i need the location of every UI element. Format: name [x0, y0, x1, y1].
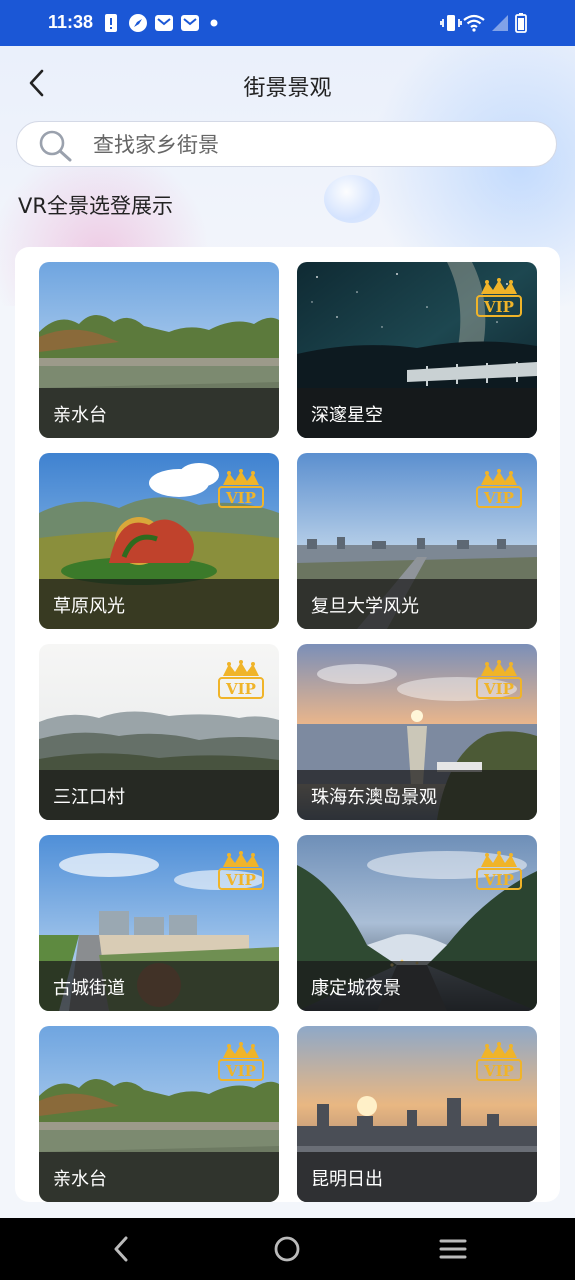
tile-caption: 珠海东澳岛景观 [297, 770, 537, 820]
compass-icon [129, 14, 147, 32]
svg-text:VIP: VIP [483, 1062, 514, 1080]
tile-caption: 康定城夜景 [297, 961, 537, 1011]
vip-badge-icon: VIP [218, 469, 264, 508]
vr-tile-city-aerial[interactable]: VIP 复旦大学风光 [297, 453, 537, 629]
vr-tile-city-sunrise[interactable]: VIP 昆明日出 [297, 1026, 537, 1202]
vip-badge-icon: VIP [218, 851, 264, 890]
status-bar: 11:38 [0, 0, 575, 46]
vibrate-icon [440, 15, 462, 31]
vr-tile-misty-mountains[interactable]: VIP 三江口村 [39, 644, 279, 820]
tile-label: 复旦大学风光 [311, 596, 419, 617]
tile-label: 古城街道 [53, 978, 125, 999]
vip-badge-icon: VIP [218, 660, 264, 699]
wifi-icon [463, 14, 485, 32]
vr-gallery-panel: 亲水台 VIP 深邃星空 VIP 草原风光 VIP 复旦大学风光 VIP 三江口… [15, 247, 560, 1202]
status-time: 11:38 [48, 12, 94, 32]
vip-badge-icon: VIP [476, 278, 522, 317]
vr-tile-lake-park[interactable]: VIP 亲水台 [39, 1026, 279, 1202]
svg-text:VIP: VIP [483, 680, 514, 698]
tile-label: 珠海东澳岛景观 [311, 787, 437, 808]
dot-icon [210, 19, 218, 27]
vip-badge-icon: VIP [476, 469, 522, 508]
page-title: 街景景观 [243, 76, 332, 101]
tile-label: 深邃星空 [311, 405, 383, 426]
section-title: VR全景选登展示 [18, 194, 173, 218]
menu-nav-icon[interactable] [438, 1234, 468, 1264]
svg-text:VIP: VIP [225, 680, 256, 698]
tile-label: 亲水台 [53, 1169, 107, 1190]
vip-badge-icon: VIP [476, 851, 522, 890]
svg-text:VIP: VIP [225, 1062, 256, 1080]
search-box[interactable] [16, 121, 557, 167]
vr-tile-lake-park[interactable]: 亲水台 [39, 262, 279, 438]
tile-caption: 深邃星空 [297, 388, 537, 438]
vr-tile-starry-sky[interactable]: VIP 深邃星空 [297, 262, 537, 438]
back-nav-icon[interactable] [108, 1234, 136, 1264]
tile-caption: 亲水台 [39, 1152, 279, 1202]
tile-caption: 亲水台 [39, 388, 279, 438]
vip-badge-icon: VIP [476, 660, 522, 699]
decorative-bubble [324, 175, 380, 223]
tile-label: 康定城夜景 [311, 978, 401, 999]
tile-label: 三江口村 [53, 787, 125, 808]
svg-text:VIP: VIP [483, 298, 514, 316]
battery-icon [515, 13, 527, 33]
vr-tile-island-sunset[interactable]: VIP 珠海东澳岛景观 [297, 644, 537, 820]
svg-text:VIP: VIP [483, 489, 514, 507]
vr-tile-old-town-street[interactable]: VIP 古城街道 [39, 835, 279, 1011]
svg-text:VIP: VIP [225, 489, 256, 507]
tile-caption: 昆明日出 [297, 1152, 537, 1202]
home-nav-icon[interactable] [272, 1234, 302, 1264]
search-icon [39, 130, 72, 162]
search-input[interactable] [91, 130, 535, 160]
tile-caption: 古城街道 [39, 961, 279, 1011]
mail-icon [181, 15, 199, 31]
signal-icon [492, 15, 508, 31]
tile-caption: 复旦大学风光 [297, 579, 537, 629]
vr-tile-valley-night[interactable]: VIP 康定城夜景 [297, 835, 537, 1011]
vip-badge-icon: VIP [476, 1042, 522, 1081]
mail-icon [155, 15, 173, 31]
vip-badge-icon: VIP [218, 1042, 264, 1081]
tile-label: 亲水台 [53, 405, 107, 426]
svg-text:VIP: VIP [225, 871, 256, 889]
tile-label: 草原风光 [53, 596, 125, 617]
vr-tile-grassland-sculpture[interactable]: VIP 草原风光 [39, 453, 279, 629]
tile-caption: 草原风光 [39, 579, 279, 629]
navigation-bar [0, 1218, 575, 1280]
alert-icon [105, 14, 117, 32]
tile-label: 昆明日出 [311, 1169, 383, 1190]
tile-caption: 三江口村 [39, 770, 279, 820]
svg-text:VIP: VIP [483, 871, 514, 889]
